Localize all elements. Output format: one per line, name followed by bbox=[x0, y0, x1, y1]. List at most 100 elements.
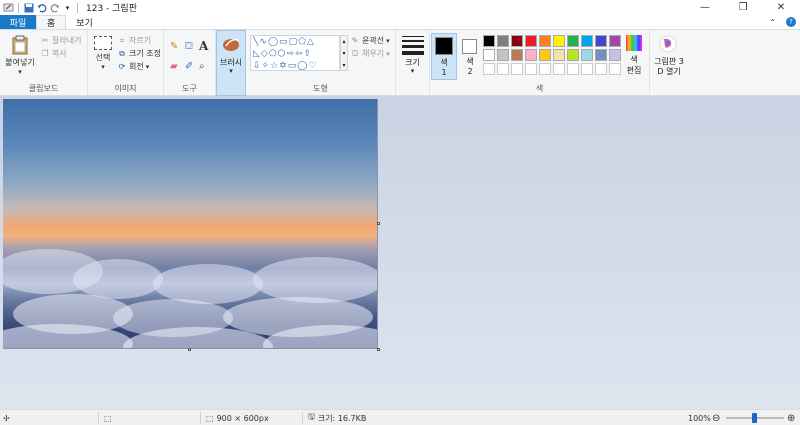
resize-handle-right[interactable] bbox=[377, 222, 380, 225]
resize-button[interactable]: ⧉ 크기 조정 bbox=[117, 48, 161, 59]
callout-oval-shape-icon[interactable]: ◯ bbox=[297, 61, 308, 70]
custom-color-swatch[interactable] bbox=[609, 63, 621, 75]
group-label-tools: 도구 bbox=[182, 84, 197, 93]
color-swatch[interactable] bbox=[497, 35, 509, 47]
zoom-out-icon[interactable]: ⊖ bbox=[712, 410, 720, 425]
save-icon[interactable] bbox=[22, 1, 35, 14]
zoom-slider-thumb[interactable] bbox=[752, 413, 757, 423]
triangle-shape-icon[interactable]: △ bbox=[307, 37, 315, 47]
pentagon-shape-icon[interactable]: ⬠ bbox=[269, 49, 278, 59]
custom-color-swatch[interactable] bbox=[581, 63, 593, 75]
color-swatch[interactable] bbox=[539, 35, 551, 47]
color-swatch[interactable] bbox=[567, 35, 579, 47]
edit-colors-button[interactable]: 색 편집 bbox=[621, 35, 647, 82]
arrow-left-shape-icon[interactable]: ⇦ bbox=[295, 49, 304, 59]
help-icon[interactable]: ? bbox=[786, 17, 796, 27]
pencil-icon[interactable]: ✎ bbox=[170, 41, 178, 52]
arrow-down-shape-icon[interactable]: ⇩ bbox=[253, 61, 262, 70]
restore-icon[interactable]: ❐ bbox=[724, 0, 762, 15]
custom-color-swatch[interactable] bbox=[483, 63, 495, 75]
cut-button[interactable]: ✂ 잘라내기 bbox=[40, 35, 82, 46]
arrow-up-shape-icon[interactable]: ⇧ bbox=[304, 49, 313, 59]
select-button[interactable]: 선택 ▾ bbox=[91, 36, 115, 71]
star4-shape-icon[interactable]: ✧ bbox=[262, 61, 271, 70]
close-icon[interactable]: ✕ bbox=[762, 0, 800, 15]
resize-handle-corner[interactable] bbox=[377, 348, 380, 351]
customize-toolbar-icon[interactable]: ▾ bbox=[61, 1, 74, 14]
callout-rect-shape-icon[interactable]: ▭ bbox=[288, 61, 298, 70]
paint-app-icon[interactable] bbox=[2, 1, 15, 14]
color2-button[interactable]: 색 2 bbox=[459, 33, 481, 80]
copy-button[interactable]: ❐ 복사 bbox=[40, 48, 66, 59]
rounded-rect-shape-icon[interactable]: ▢ bbox=[289, 37, 299, 47]
color1-button[interactable]: 색 1 bbox=[431, 33, 457, 80]
menu-tabs: 파일 홈 보기 ⌃ ? bbox=[0, 15, 800, 29]
magnifier-icon[interactable]: ⌕ bbox=[199, 61, 205, 72]
color-swatch[interactable] bbox=[525, 35, 537, 47]
color-picker-icon[interactable]: ✐ bbox=[185, 61, 193, 72]
color-swatch[interactable] bbox=[483, 35, 495, 47]
color-swatch[interactable] bbox=[497, 49, 509, 61]
fill-bucket-icon[interactable]: ⛋ bbox=[185, 41, 193, 52]
undo-icon[interactable] bbox=[35, 1, 48, 14]
select-label: 선택 bbox=[95, 53, 111, 62]
color-swatch[interactable] bbox=[483, 49, 495, 61]
color-swatch[interactable] bbox=[567, 49, 579, 61]
right-triangle-shape-icon[interactable]: ◺ bbox=[253, 49, 261, 59]
open-paint3d-button[interactable]: 그림판 3 D 열기 bbox=[650, 30, 688, 96]
color-swatch[interactable] bbox=[553, 49, 565, 61]
color-swatch[interactable] bbox=[553, 35, 565, 47]
color-swatch[interactable] bbox=[609, 49, 621, 61]
color-swatch[interactable] bbox=[581, 35, 593, 47]
heart-shape-icon[interactable]: ♡ bbox=[308, 61, 317, 70]
custom-color-swatch[interactable] bbox=[595, 63, 607, 75]
curve-shape-icon[interactable]: ∿ bbox=[259, 37, 268, 47]
star6-shape-icon[interactable]: ✡ bbox=[279, 61, 288, 70]
redo-icon[interactable] bbox=[48, 1, 61, 14]
color-swatch[interactable] bbox=[595, 49, 607, 61]
tab-view[interactable]: 보기 bbox=[66, 15, 103, 29]
text-tool-icon[interactable]: A bbox=[199, 39, 208, 53]
oval-shape-icon[interactable]: ◯ bbox=[268, 37, 279, 47]
chevron-up-icon[interactable]: ⌃ bbox=[769, 18, 776, 27]
polygon-shape-icon[interactable]: ⬠ bbox=[298, 37, 307, 47]
star5-shape-icon[interactable]: ☆ bbox=[270, 61, 279, 70]
custom-color-swatch[interactable] bbox=[511, 63, 523, 75]
rectangle-shape-icon[interactable]: ▭ bbox=[279, 37, 289, 47]
custom-color-swatch[interactable] bbox=[497, 63, 509, 75]
custom-color-swatch[interactable] bbox=[539, 63, 551, 75]
resize-label: 크기 조정 bbox=[129, 49, 161, 58]
tab-home[interactable]: 홈 bbox=[36, 15, 67, 29]
color-swatch[interactable] bbox=[595, 35, 607, 47]
color-swatch[interactable] bbox=[511, 35, 523, 47]
canvas-workspace[interactable] bbox=[0, 96, 800, 409]
crop-button[interactable]: ⌗ 자르기 bbox=[117, 35, 151, 46]
custom-color-swatch[interactable] bbox=[553, 63, 565, 75]
shapes-gallery[interactable]: ╲∿◯▭▢⬠△ ◺◇⬠⬡⇨⇦⇧ ⇩✧☆✡▭◯♡ bbox=[250, 35, 340, 71]
color-swatch[interactable] bbox=[525, 49, 537, 61]
fill-button[interactable]: ⛋ 채우기 ▾ bbox=[350, 48, 390, 59]
drawing-canvas[interactable] bbox=[3, 99, 378, 349]
outline-button[interactable]: ✎ 윤곽선 ▾ bbox=[350, 35, 390, 46]
color-swatch[interactable] bbox=[581, 49, 593, 61]
hexagon-shape-icon[interactable]: ⬡ bbox=[278, 49, 287, 59]
color-swatch[interactable] bbox=[609, 35, 621, 47]
custom-color-swatch[interactable] bbox=[525, 63, 537, 75]
custom-color-swatch[interactable] bbox=[567, 63, 579, 75]
size-button[interactable]: 크기 ▾ bbox=[396, 30, 430, 96]
zoom-in-icon[interactable]: ⊕ bbox=[787, 410, 795, 425]
minimize-icon[interactable]: — bbox=[686, 0, 724, 15]
brushes-button[interactable]: 브러시 ▾ bbox=[216, 30, 246, 96]
resize-handle-bottom[interactable] bbox=[188, 348, 191, 351]
color-swatch[interactable] bbox=[511, 49, 523, 61]
crop-label: 자르기 bbox=[129, 36, 152, 45]
tab-file[interactable]: 파일 bbox=[0, 15, 36, 29]
eraser-icon[interactable]: ▰ bbox=[170, 61, 178, 72]
diamond-shape-icon[interactable]: ◇ bbox=[261, 49, 269, 59]
arrow-right-shape-icon[interactable]: ⇨ bbox=[287, 49, 296, 59]
paste-button[interactable]: 붙여넣기 ▾ bbox=[4, 35, 36, 76]
shapes-scroll[interactable]: ▴ ▾ ▾ bbox=[340, 35, 348, 71]
color-swatch[interactable] bbox=[539, 49, 551, 61]
rotate-button[interactable]: ⟳ 회전 ▾ bbox=[117, 61, 150, 72]
image-dimensions: ⬚ 900 × 600px bbox=[206, 410, 269, 425]
